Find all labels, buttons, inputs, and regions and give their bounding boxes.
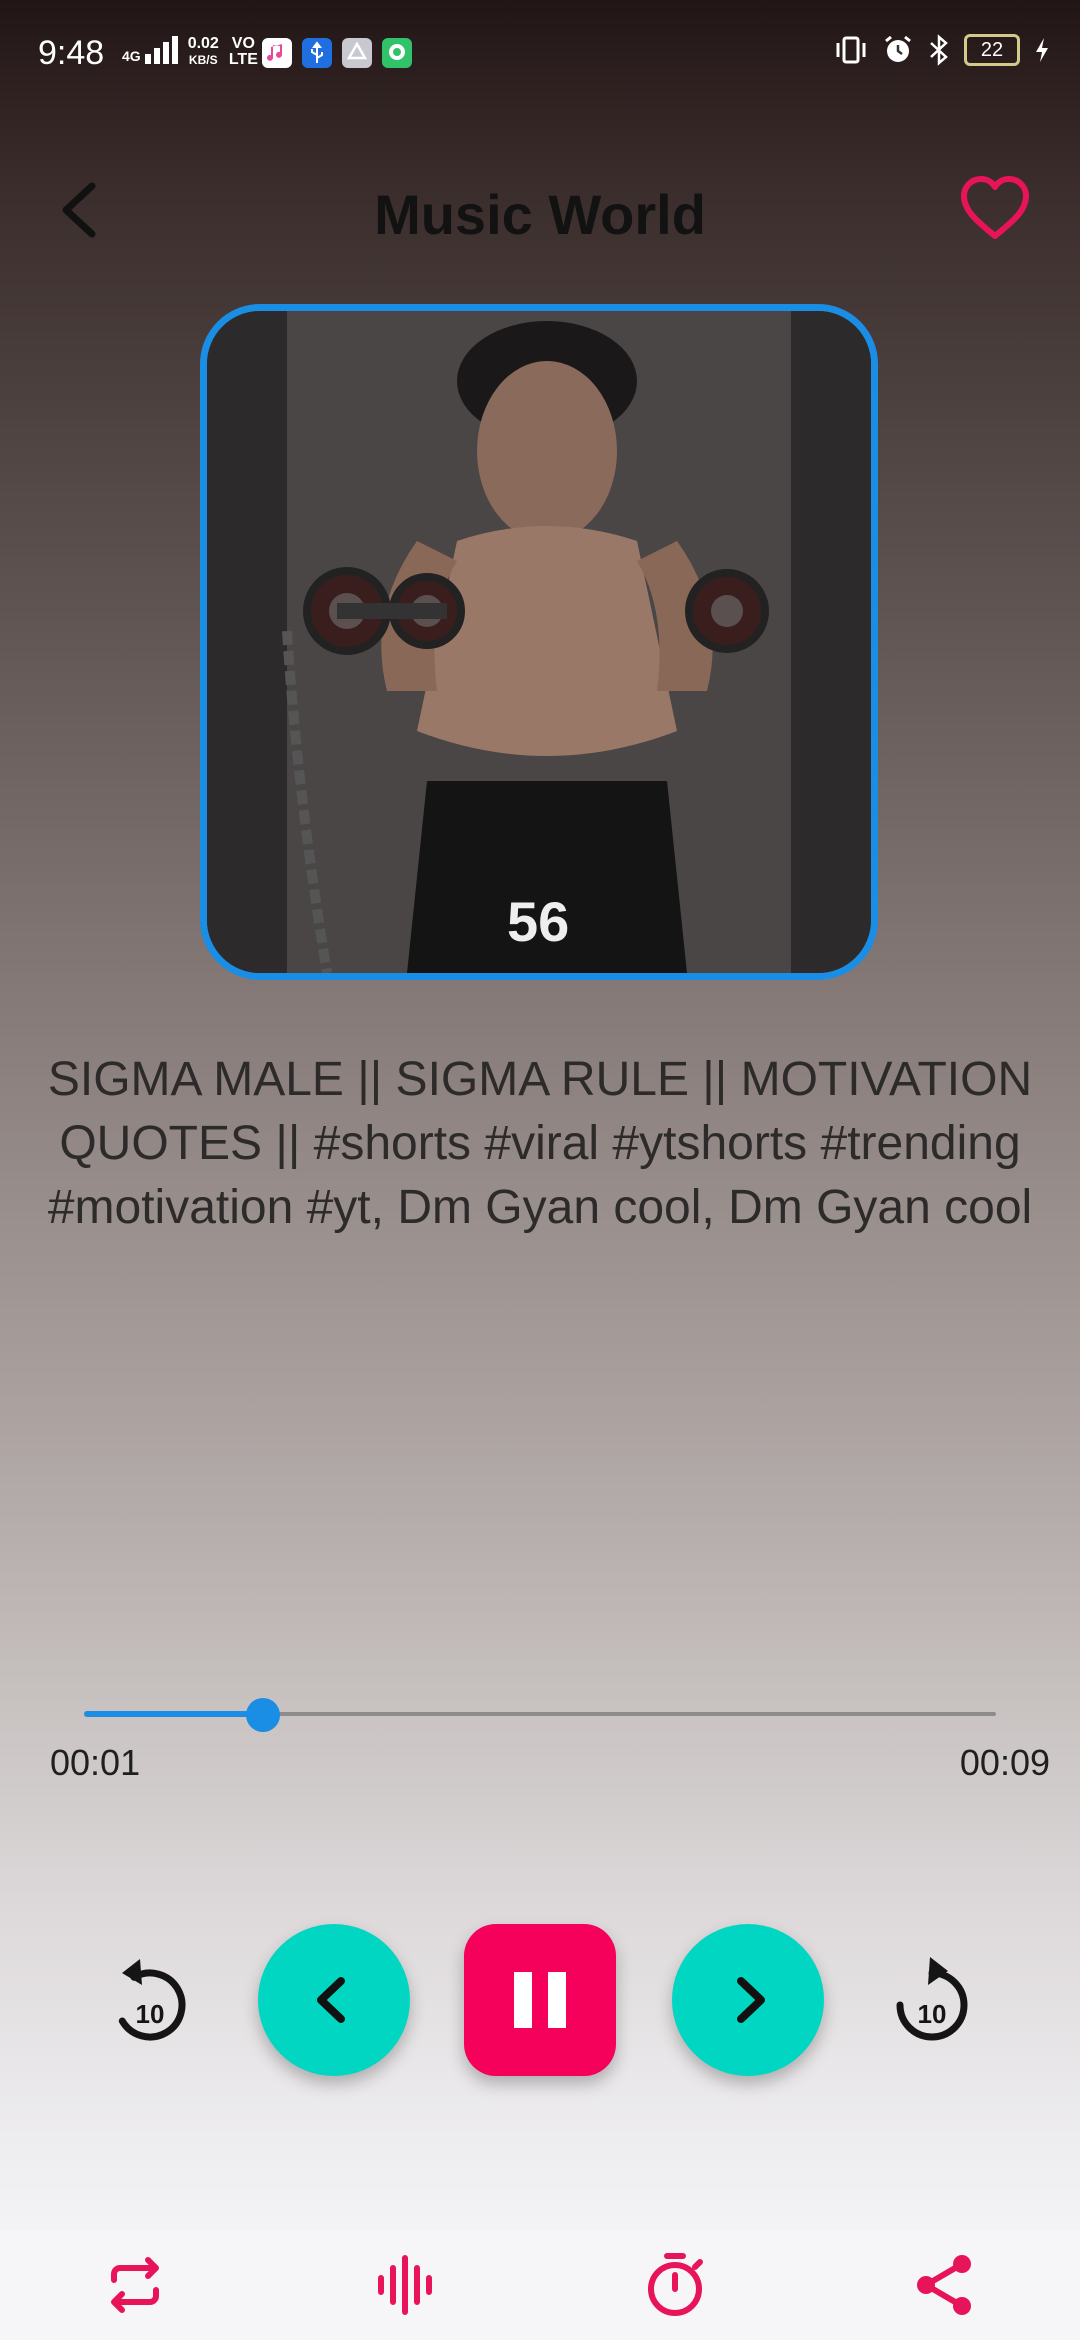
pause-button[interactable]	[464, 1924, 616, 2076]
page-title: Music World	[374, 183, 706, 246]
battery-icon: 22	[964, 34, 1020, 66]
rewind-10-button[interactable]: 10	[100, 1946, 200, 2056]
playback-controls: 10 10	[0, 1920, 1080, 2080]
artwork-number: 56	[507, 890, 569, 953]
artwork-image: 56	[207, 311, 871, 973]
previous-button[interactable]	[258, 1924, 410, 2076]
rewind-label: 10	[136, 1999, 165, 2029]
alarm-icon	[885, 35, 911, 62]
music-app-icon	[262, 38, 292, 68]
repeat-icon	[111, 2257, 159, 2313]
timer-icon	[648, 2253, 703, 2316]
total-time: 00:09	[959, 1742, 1050, 1783]
status-bar: 9:48 4G 0.02 KB/S VO LTE 22	[0, 0, 1080, 110]
chevron-right-icon	[737, 1977, 765, 2023]
data-speed: 0.02 KB/S	[187, 35, 219, 68]
next-button[interactable]	[672, 1924, 824, 2076]
forward-label: 10	[918, 1999, 947, 2029]
pause-icon	[514, 1972, 566, 2028]
usb-icon	[302, 38, 332, 68]
seek-thumb[interactable]	[245, 1698, 280, 1732]
charging-icon	[1036, 38, 1048, 62]
song-title: SIGMA MALE || SIGMA RULE || MOTIVATION Q…	[47, 1053, 1033, 1234]
status-time: 9:48	[38, 34, 105, 72]
heart-outline-icon	[961, 176, 1029, 239]
forward-10-button[interactable]: 10	[882, 1946, 982, 2056]
network-indicator: 4G 0.02 KB/S VO LTE	[122, 36, 258, 68]
rewind-icon: 10	[118, 1959, 186, 2041]
favorite-button[interactable]	[958, 172, 1032, 246]
status-right-icons: 22	[834, 34, 1050, 66]
share-button[interactable]	[910, 2250, 980, 2320]
seek-bar[interactable]	[84, 1698, 996, 1732]
app-header: Music World	[0, 150, 1080, 270]
album-artwork: 56	[200, 304, 878, 980]
forward-icon: 10	[896, 1957, 968, 2041]
network-type: 4G	[122, 48, 141, 64]
volte-indicator: VO LTE	[228, 35, 258, 68]
repeat-button[interactable]	[100, 2250, 170, 2320]
notification-icons	[262, 38, 412, 68]
drive-icon	[342, 38, 372, 68]
bluetooth-icon	[930, 34, 948, 66]
vibrate-icon	[836, 36, 866, 64]
chat-app-icon	[382, 38, 412, 68]
timer-button[interactable]	[640, 2250, 710, 2320]
chevron-left-icon	[317, 1977, 345, 2023]
signal-icon	[144, 36, 178, 64]
bottom-toolbar	[0, 2230, 1080, 2340]
seek-progress	[84, 1711, 263, 1717]
equalizer-icon	[378, 2255, 432, 2315]
current-time: 00:01	[50, 1742, 141, 1783]
share-icon	[917, 2255, 971, 2315]
equalizer-button[interactable]	[370, 2250, 440, 2320]
